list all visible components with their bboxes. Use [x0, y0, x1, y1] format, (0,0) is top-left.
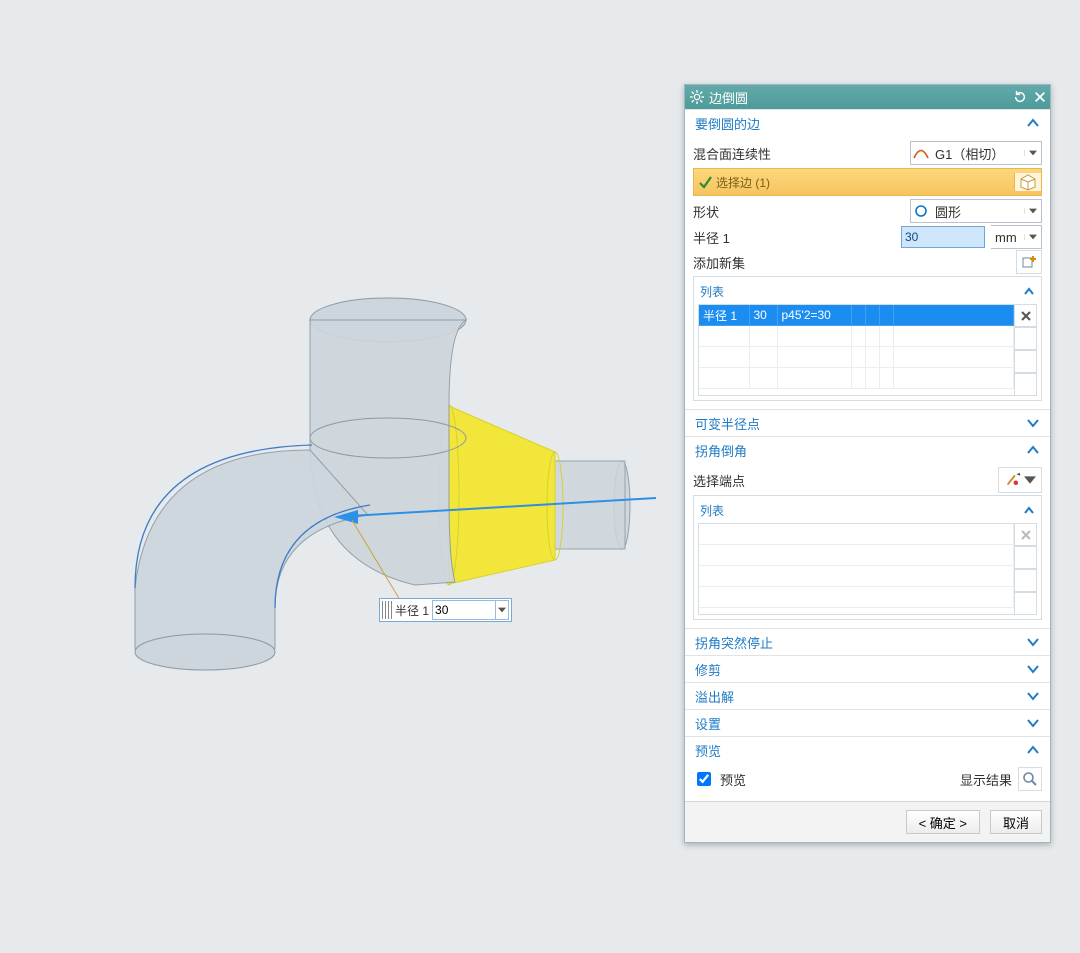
section-header-trim[interactable]: 修剪: [685, 656, 1050, 682]
dialog-footer: < 确定 > 取消: [685, 801, 1050, 842]
section-title: 拐角倒角: [695, 441, 747, 460]
section-header-overflow[interactable]: 溢出解: [685, 683, 1050, 709]
add-set-label: 添加新集: [693, 253, 745, 272]
select-edge-label: 选择边 (1): [716, 174, 1014, 191]
preview-checkbox[interactable]: [697, 772, 711, 786]
chevron-up-icon: [1026, 743, 1040, 757]
select-edge-row[interactable]: 选择边 (1): [693, 168, 1042, 196]
table-row[interactable]: [699, 347, 1014, 368]
preview-checkbox-label: 预览: [720, 770, 746, 789]
radius-popup-dropdown[interactable]: [496, 600, 509, 620]
section-title: 拐角突然停止: [695, 633, 773, 652]
edges-list-title: 列表: [700, 283, 724, 300]
table-row[interactable]: [699, 545, 1014, 566]
section-header-preview[interactable]: 预览: [685, 737, 1050, 763]
section-edges-to-blend: 要倒圆的边 混合面连续性 G1（相切）: [685, 109, 1050, 409]
show-result-label: 显示结果: [960, 770, 1012, 789]
chevron-down-icon: [1026, 716, 1040, 730]
continuity-icon: [911, 146, 931, 160]
corner-list-header[interactable]: 列表: [698, 500, 1037, 523]
dialog-titlebar[interactable]: 边倒圆: [685, 85, 1050, 109]
chevron-up-icon: [1023, 286, 1035, 298]
show-result-button[interactable]: [1018, 767, 1042, 791]
shape-combo[interactable]: 圆形: [910, 199, 1042, 223]
remove-row-button[interactable]: [1015, 523, 1037, 546]
section-title: 溢出解: [695, 687, 734, 706]
section-title: 可变半径点: [695, 414, 760, 433]
edges-list-header[interactable]: 列表: [698, 281, 1037, 304]
shape-value: 圆形: [931, 202, 1024, 221]
corner-list-title: 列表: [700, 502, 724, 519]
remove-row-button[interactable]: [1015, 304, 1037, 327]
ok-button[interactable]: < 确定 >: [906, 810, 980, 834]
section-title: 设置: [695, 714, 721, 733]
radius1-unit-combo[interactable]: mm: [991, 225, 1042, 249]
cube-icon[interactable]: [1014, 173, 1041, 191]
table-row[interactable]: [699, 524, 1014, 545]
shape-label: 形状: [693, 202, 719, 221]
corner-list-frame: 列表: [693, 495, 1042, 620]
endpoint-picker[interactable]: [998, 467, 1042, 493]
chevron-down-icon: [1026, 416, 1040, 430]
scene-svg: [0, 0, 680, 760]
table-row[interactable]: [699, 587, 1014, 608]
edges-list-grid[interactable]: 半径 1 30 p45'2=30: [698, 304, 1015, 396]
section-header-settings[interactable]: 设置: [685, 710, 1050, 736]
continuity-combo[interactable]: G1（相切）: [910, 141, 1042, 165]
radius-popup-input[interactable]: [432, 600, 496, 620]
radius1-label: 半径 1: [693, 228, 730, 247]
continuity-label: 混合面连续性: [693, 144, 771, 163]
section-title: 预览: [695, 741, 721, 760]
chevron-up-icon: [1026, 116, 1040, 130]
table-row[interactable]: [699, 566, 1014, 587]
section-header-corner[interactable]: 拐角倒角: [685, 437, 1050, 463]
continuity-value: G1（相切）: [931, 144, 1024, 163]
table-row[interactable]: [699, 326, 1014, 347]
section-title: 修剪: [695, 660, 721, 679]
edge-blend-dialog: 边倒圆 要倒圆的边 混合面连续性: [684, 84, 1051, 843]
reset-icon[interactable]: [1010, 87, 1030, 107]
section-header-edges[interactable]: 要倒圆的边: [685, 110, 1050, 136]
radius-on-canvas-popup[interactable]: 半径 1: [379, 598, 512, 622]
cancel-button[interactable]: 取消: [990, 810, 1042, 834]
edges-list-frame: 列表 半径 1 30 p45'2=30: [693, 276, 1042, 401]
shape-icon: [911, 204, 931, 218]
close-icon[interactable]: [1030, 87, 1050, 107]
select-endpoint-label: 选择端点: [693, 471, 745, 490]
table-row[interactable]: 半径 1 30 p45'2=30: [699, 305, 1014, 326]
viewport-3d[interactable]: 半径 1 边倒圆 要倒圆的边: [0, 0, 1080, 953]
section-title: 要倒圆的边: [695, 114, 760, 133]
radius1-field[interactable]: [901, 226, 985, 248]
chevron-up-icon: [1023, 505, 1035, 517]
chevron-down-icon: [1026, 662, 1040, 676]
add-set-button[interactable]: [1016, 250, 1042, 274]
radius-popup-label: 半径 1: [395, 602, 429, 619]
chevron-up-icon: [1026, 443, 1040, 457]
section-header-var-radius[interactable]: 可变半径点: [685, 410, 1050, 436]
radius1-unit: mm: [991, 230, 1024, 245]
chevron-down-icon: [1026, 689, 1040, 703]
magnifier-icon: [1022, 771, 1038, 787]
drag-handle-icon[interactable]: [382, 601, 392, 619]
corner-list-grid[interactable]: [698, 523, 1015, 615]
dialog-title-text: 边倒圆: [709, 88, 748, 107]
check-icon: [694, 175, 716, 189]
table-row[interactable]: [699, 368, 1014, 389]
radius1-input[interactable]: [901, 226, 985, 248]
chevron-down-icon: [1026, 635, 1040, 649]
section-header-stop[interactable]: 拐角突然停止: [685, 629, 1050, 655]
gear-icon[interactable]: [685, 90, 709, 104]
